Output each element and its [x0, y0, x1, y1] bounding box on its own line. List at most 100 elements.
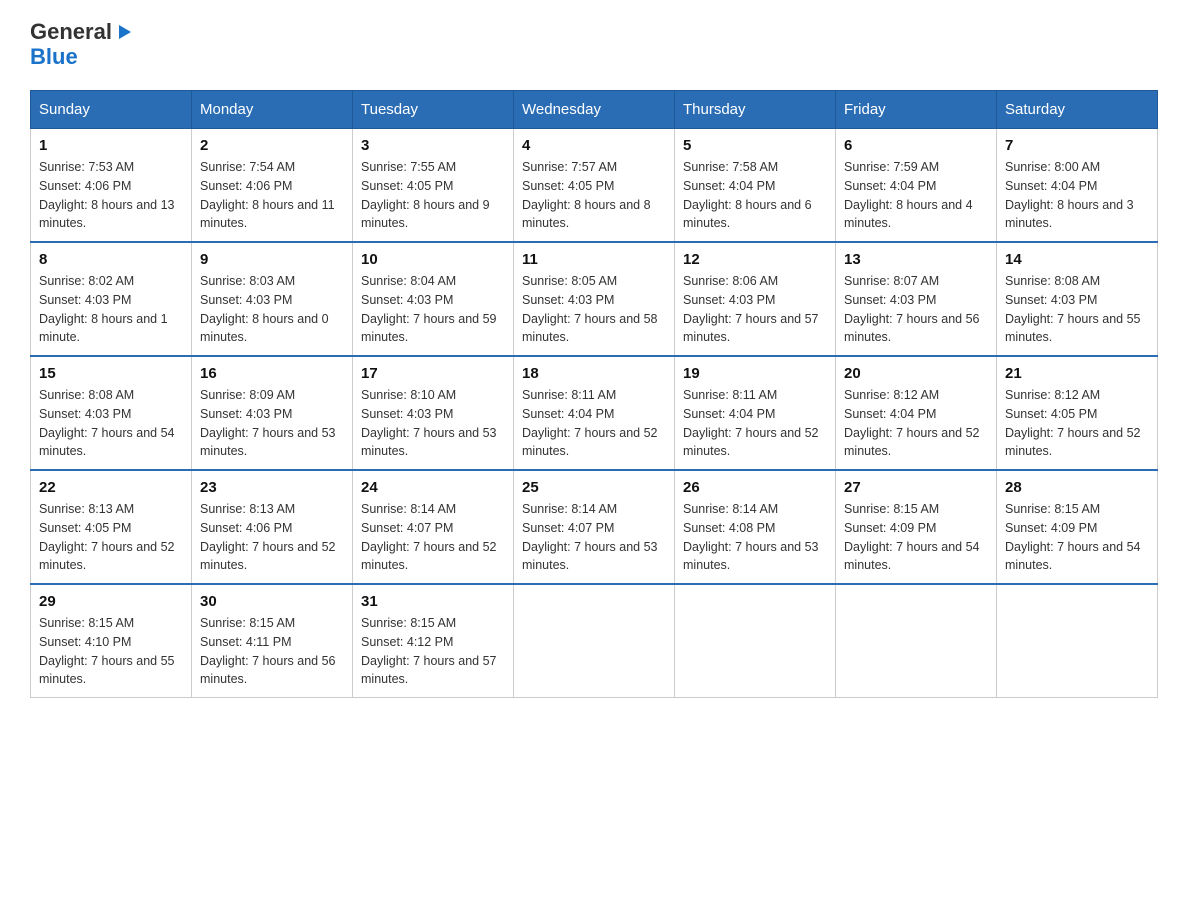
day-info: Sunrise: 8:05 AMSunset: 4:03 PMDaylight:… — [522, 272, 666, 347]
day-info: Sunrise: 7:54 AMSunset: 4:06 PMDaylight:… — [200, 158, 344, 233]
calendar-cell — [675, 584, 836, 698]
day-info: Sunrise: 8:08 AMSunset: 4:03 PMDaylight:… — [39, 386, 183, 461]
day-number: 21 — [1005, 365, 1149, 382]
day-of-week-header: Friday — [836, 91, 997, 129]
day-number: 12 — [683, 251, 827, 268]
day-info: Sunrise: 8:09 AMSunset: 4:03 PMDaylight:… — [200, 386, 344, 461]
day-of-week-header: Monday — [192, 91, 353, 129]
calendar-cell: 18Sunrise: 8:11 AMSunset: 4:04 PMDayligh… — [514, 356, 675, 470]
day-info: Sunrise: 8:12 AMSunset: 4:04 PMDaylight:… — [844, 386, 988, 461]
calendar-cell: 23 Sunrise: 8:13 AMSunset: 4:06 PMDayligh… — [192, 470, 353, 584]
logo-arrow-icon — [113, 21, 135, 43]
day-info: Sunrise: 8:00 AMSunset: 4:04 PMDaylight:… — [1005, 158, 1149, 233]
day-number: 19 — [683, 365, 827, 382]
calendar-cell: 27Sunrise: 8:15 AMSunset: 4:09 PMDayligh… — [836, 470, 997, 584]
day-number: 30 — [200, 593, 344, 610]
calendar-cell: 26 Sunrise: 8:14 AMSunset: 4:08 PMDayligh… — [675, 470, 836, 584]
day-info: Sunrise: 8:08 AMSunset: 4:03 PMDaylight:… — [1005, 272, 1149, 347]
calendar-cell: 16 Sunrise: 8:09 AMSunset: 4:03 PMDayligh… — [192, 356, 353, 470]
day-number: 25 — [522, 479, 666, 496]
day-info: Sunrise: 8:15 AMSunset: 4:09 PMDaylight:… — [1005, 500, 1149, 575]
calendar-cell: 28 Sunrise: 8:15 AMSunset: 4:09 PMDayligh… — [997, 470, 1158, 584]
calendar-cell: 14 Sunrise: 8:08 AMSunset: 4:03 PMDayligh… — [997, 242, 1158, 356]
day-info: Sunrise: 7:58 AMSunset: 4:04 PMDaylight:… — [683, 158, 827, 233]
day-info: Sunrise: 8:15 AMSunset: 4:09 PMDaylight:… — [844, 500, 988, 575]
calendar-header-row: SundayMondayTuesdayWednesdayThursdayFrid… — [31, 91, 1158, 129]
day-number: 22 — [39, 479, 183, 496]
day-info: Sunrise: 8:14 AMSunset: 4:07 PMDaylight:… — [361, 500, 505, 575]
logo-blue: Blue — [30, 44, 78, 70]
calendar-cell — [836, 584, 997, 698]
day-number: 5 — [683, 137, 827, 154]
calendar-cell: 12 Sunrise: 8:06 AMSunset: 4:03 PMDayligh… — [675, 242, 836, 356]
day-of-week-header: Sunday — [31, 91, 192, 129]
day-number: 31 — [361, 593, 505, 610]
day-of-week-header: Tuesday — [353, 91, 514, 129]
day-info: Sunrise: 8:15 AMSunset: 4:11 PMDaylight:… — [200, 614, 344, 689]
calendar-cell — [514, 584, 675, 698]
day-number: 17 — [361, 365, 505, 382]
day-number: 29 — [39, 593, 183, 610]
calendar-week-row: 8 Sunrise: 8:02 AMSunset: 4:03 PMDaylight… — [31, 242, 1158, 356]
calendar-cell: 24 Sunrise: 8:14 AMSunset: 4:07 PMDayligh… — [353, 470, 514, 584]
day-number: 20 — [844, 365, 988, 382]
day-of-week-header: Wednesday — [514, 91, 675, 129]
day-number: 3 — [361, 137, 505, 154]
day-info: Sunrise: 8:10 AMSunset: 4:03 PMDaylight:… — [361, 386, 505, 461]
calendar-cell: 10 Sunrise: 8:04 AMSunset: 4:03 PMDayligh… — [353, 242, 514, 356]
calendar-cell: 5 Sunrise: 7:58 AMSunset: 4:04 PMDaylight… — [675, 129, 836, 243]
calendar-week-row: 15 Sunrise: 8:08 AMSunset: 4:03 PMDayligh… — [31, 356, 1158, 470]
calendar-cell: 15 Sunrise: 8:08 AMSunset: 4:03 PMDayligh… — [31, 356, 192, 470]
day-number: 15 — [39, 365, 183, 382]
calendar-cell: 6 Sunrise: 7:59 AMSunset: 4:04 PMDaylight… — [836, 129, 997, 243]
day-number: 24 — [361, 479, 505, 496]
day-number: 6 — [844, 137, 988, 154]
calendar-cell: 19 Sunrise: 8:11 AMSunset: 4:04 PMDayligh… — [675, 356, 836, 470]
calendar-cell: 4Sunrise: 7:57 AMSunset: 4:05 PMDaylight… — [514, 129, 675, 243]
day-number: 23 — [200, 479, 344, 496]
day-info: Sunrise: 8:13 AMSunset: 4:06 PMDaylight:… — [200, 500, 344, 575]
day-number: 8 — [39, 251, 183, 268]
day-number: 11 — [522, 251, 666, 268]
day-number: 9 — [200, 251, 344, 268]
day-number: 26 — [683, 479, 827, 496]
day-number: 10 — [361, 251, 505, 268]
day-info: Sunrise: 7:59 AMSunset: 4:04 PMDaylight:… — [844, 158, 988, 233]
calendar-cell: 2 Sunrise: 7:54 AMSunset: 4:06 PMDaylight… — [192, 129, 353, 243]
calendar-cell: 29 Sunrise: 8:15 AMSunset: 4:10 PMDayligh… — [31, 584, 192, 698]
day-info: Sunrise: 8:13 AMSunset: 4:05 PMDaylight:… — [39, 500, 183, 575]
day-info: Sunrise: 8:14 AMSunset: 4:08 PMDaylight:… — [683, 500, 827, 575]
day-info: Sunrise: 8:02 AMSunset: 4:03 PMDaylight:… — [39, 272, 183, 347]
calendar-week-row: 1Sunrise: 7:53 AMSunset: 4:06 PMDaylight… — [31, 129, 1158, 243]
day-number: 2 — [200, 137, 344, 154]
day-info: Sunrise: 7:55 AMSunset: 4:05 PMDaylight:… — [361, 158, 505, 233]
day-of-week-header: Thursday — [675, 91, 836, 129]
calendar-table: SundayMondayTuesdayWednesdayThursdayFrid… — [30, 90, 1158, 698]
day-number: 1 — [39, 137, 183, 154]
day-info: Sunrise: 8:12 AMSunset: 4:05 PMDaylight:… — [1005, 386, 1149, 461]
logo: General Blue — [30, 20, 135, 70]
calendar-cell: 8 Sunrise: 8:02 AMSunset: 4:03 PMDaylight… — [31, 242, 192, 356]
day-number: 18 — [522, 365, 666, 382]
day-number: 14 — [1005, 251, 1149, 268]
calendar-cell: 11 Sunrise: 8:05 AMSunset: 4:03 PMDayligh… — [514, 242, 675, 356]
day-info: Sunrise: 8:15 AMSunset: 4:12 PMDaylight:… — [361, 614, 505, 689]
day-info: Sunrise: 8:11 AMSunset: 4:04 PMDaylight:… — [683, 386, 827, 461]
calendar-cell: 30 Sunrise: 8:15 AMSunset: 4:11 PMDayligh… — [192, 584, 353, 698]
calendar-cell: 13 Sunrise: 8:07 AMSunset: 4:03 PMDayligh… — [836, 242, 997, 356]
day-info: Sunrise: 8:04 AMSunset: 4:03 PMDaylight:… — [361, 272, 505, 347]
calendar-cell: 22 Sunrise: 8:13 AMSunset: 4:05 PMDayligh… — [31, 470, 192, 584]
day-number: 13 — [844, 251, 988, 268]
calendar-cell: 17 Sunrise: 8:10 AMSunset: 4:03 PMDayligh… — [353, 356, 514, 470]
day-info: Sunrise: 8:15 AMSunset: 4:10 PMDaylight:… — [39, 614, 183, 689]
day-info: Sunrise: 8:06 AMSunset: 4:03 PMDaylight:… — [683, 272, 827, 347]
day-info: Sunrise: 8:07 AMSunset: 4:03 PMDaylight:… — [844, 272, 988, 347]
calendar-cell: 20 Sunrise: 8:12 AMSunset: 4:04 PMDayligh… — [836, 356, 997, 470]
calendar-week-row: 29 Sunrise: 8:15 AMSunset: 4:10 PMDayligh… — [31, 584, 1158, 698]
logo-general: General — [30, 20, 112, 44]
day-number: 28 — [1005, 479, 1149, 496]
day-number: 16 — [200, 365, 344, 382]
calendar-cell — [997, 584, 1158, 698]
day-number: 4 — [522, 137, 666, 154]
calendar-cell: 7Sunrise: 8:00 AMSunset: 4:04 PMDaylight… — [997, 129, 1158, 243]
